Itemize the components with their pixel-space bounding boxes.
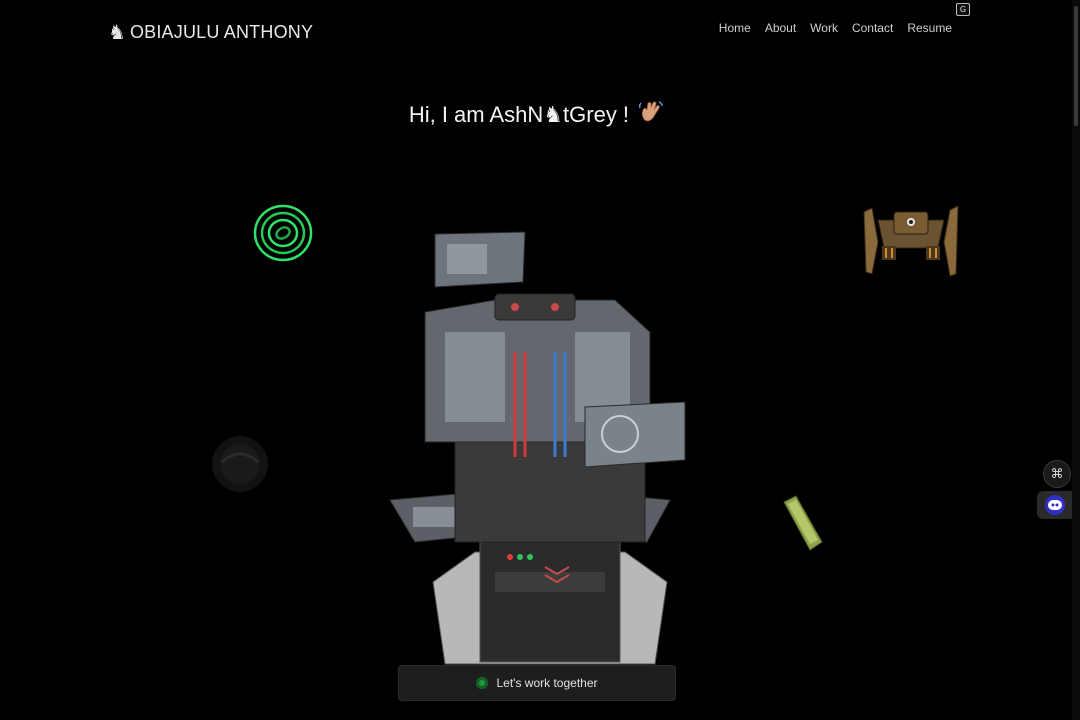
nav-about[interactable]: About <box>765 21 796 35</box>
waving-hand-icon <box>639 101 663 122</box>
hero-greeting: Hi, I am AshN♞tGrey ! <box>0 100 1072 128</box>
green-crystal-object <box>783 495 823 551</box>
scrollbar-thumb[interactable] <box>1074 6 1078 126</box>
site-name: OBIAJULU ANTHONY <box>129 21 314 42</box>
page-scrollbar[interactable] <box>1072 0 1080 720</box>
green-spiral-object <box>253 204 313 262</box>
chatbot-icon <box>1045 495 1065 515</box>
nav-resume[interactable]: Resume <box>907 21 952 35</box>
nav-work[interactable]: Work <box>810 21 838 35</box>
site-logo[interactable]: ♞ OBIAJULU ANTHONY <box>108 18 313 46</box>
dark-orb-object <box>212 436 268 492</box>
greeting-text: Hi, I am AshN <box>408 102 544 127</box>
mech-cockpit-model <box>389 231 686 665</box>
nav-contact[interactable]: Contact <box>852 21 893 35</box>
translate-icon[interactable]: G <box>956 3 970 16</box>
lets-work-together-button[interactable]: Let's work together <box>398 665 676 701</box>
knight-logo-icon: ♞ <box>108 20 126 44</box>
cta-label: Let's work together <box>496 676 598 690</box>
greeting-knight-icon: ♞ <box>543 102 564 127</box>
command-icon: ⌘ <box>1050 466 1064 482</box>
chatbot-launcher[interactable] <box>1037 491 1072 519</box>
spaceship-model <box>863 205 959 277</box>
status-dot-icon <box>476 677 489 689</box>
greeting-tail: tGrey ! <box>563 102 630 127</box>
command-menu-button[interactable]: ⌘ <box>1043 460 1071 488</box>
nav-home[interactable]: Home <box>719 21 751 35</box>
main-nav: Home About Work Contact Resume <box>719 21 952 35</box>
